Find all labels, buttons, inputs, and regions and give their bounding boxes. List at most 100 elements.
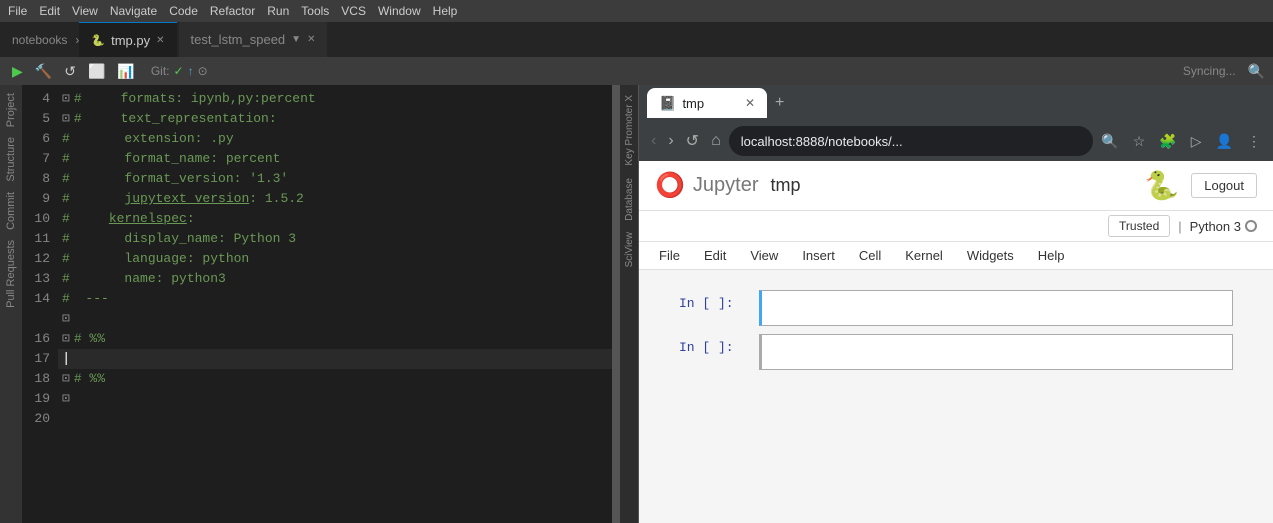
git-label: Git:	[151, 64, 170, 78]
menu-dots-button[interactable]: ⋮	[1243, 129, 1265, 154]
kernel-status-circle	[1245, 220, 1257, 232]
back-button[interactable]: ‹	[647, 128, 660, 154]
editor-scrollbar[interactable]	[612, 85, 620, 523]
jupyter-menu-insert[interactable]: Insert	[798, 246, 839, 265]
coverage-button[interactable]: 📊	[113, 61, 138, 82]
menu-navigate[interactable]: Navigate	[110, 4, 157, 18]
editor-area: 4 5 6 7 8 9 10 11 12 13 14 16 17 18 19 2…	[22, 85, 620, 523]
browser-tab-tmp[interactable]: 📓 tmp ✕	[647, 88, 767, 118]
code-line-14: # ---	[58, 289, 612, 309]
code-line-5: ⊡# text_representation:	[58, 109, 612, 129]
tab2-close-icon[interactable]: ✕	[307, 34, 315, 45]
tab-close-icon[interactable]: ✕	[156, 35, 164, 46]
jupyter-title: Jupyter	[693, 174, 759, 197]
notebooks-link[interactable]: notebooks	[4, 33, 75, 47]
cast-button[interactable]: ▷	[1187, 129, 1206, 154]
cell-2-input[interactable]	[759, 334, 1233, 370]
build-button[interactable]: 🔨	[31, 61, 56, 82]
search-button[interactable]: 🔍	[1248, 63, 1265, 80]
sidebar-item-project[interactable]: Project	[3, 89, 19, 131]
jupyter-logo: ⭕ Jupyter	[655, 171, 758, 200]
tab-tmp-py[interactable]: 🐍 tmp.py ✕	[79, 22, 176, 57]
code-line-11: # display_name: Python 3	[58, 229, 612, 249]
search-in-page-button[interactable]: 🔍	[1097, 129, 1122, 154]
menu-code[interactable]: Code	[169, 4, 198, 18]
cell-1-input[interactable]	[759, 290, 1233, 326]
rerun-button[interactable]: ↺	[60, 61, 80, 82]
cell-2: In [ ]:	[679, 334, 1233, 370]
menu-view[interactable]: View	[72, 4, 98, 18]
tab-label: tmp.py	[111, 33, 150, 48]
stop-button[interactable]: ⬜	[84, 61, 109, 82]
sidebar-item-pull-requests[interactable]: Pull Requests	[3, 236, 19, 312]
bookmark-button[interactable]: ☆	[1129, 129, 1150, 154]
tab-test-lstm-label: test_lstm_speed	[191, 32, 286, 47]
browser-tab-close-icon[interactable]: ✕	[745, 96, 755, 110]
cell-1: In [ ]:	[679, 290, 1233, 326]
notebook-name[interactable]: tmp	[770, 175, 800, 196]
run-button[interactable]: ▶	[8, 61, 27, 82]
kernel-name: Python 3	[1190, 219, 1241, 234]
code-line-13: # name: python3	[58, 269, 612, 289]
menu-bar: File Edit View Navigate Code Refactor Ru…	[0, 0, 1273, 22]
jupyter-menu-cell[interactable]: Cell	[855, 246, 885, 265]
browser-tabs: 📓 tmp ✕ +	[639, 85, 1273, 121]
trusted-button[interactable]: Trusted	[1108, 215, 1170, 237]
code-line-12: # language: python	[58, 249, 612, 269]
extensions-button[interactable]: 🧩	[1155, 129, 1180, 154]
line-numbers: 4 5 6 7 8 9 10 11 12 13 14 16 17 18 19 2…	[22, 85, 58, 523]
menu-window[interactable]: Window	[378, 4, 421, 18]
code-line-6: # extension: .py	[58, 129, 612, 149]
python-file-icon: 🐍	[91, 34, 105, 47]
panel-tab-database[interactable]: Database	[622, 172, 637, 227]
panel-tab-sciview[interactable]: SciView	[622, 226, 637, 273]
jupyter-menu-edit[interactable]: Edit	[700, 246, 730, 265]
git-push-icon: ↑	[188, 64, 194, 78]
panel-tab-key-promoter[interactable]: Key Promoter X	[622, 89, 637, 172]
menu-refactor[interactable]: Refactor	[210, 4, 255, 18]
menu-file[interactable]: File	[8, 4, 27, 18]
url-bar[interactable]	[729, 126, 1094, 156]
dropdown-icon[interactable]: ▼	[291, 34, 301, 45]
code-line-4: ⊡# formats: ipynb,py:percent	[58, 89, 612, 109]
divider: |	[1178, 219, 1181, 234]
new-tab-button[interactable]: +	[769, 94, 790, 112]
jupyter-menu-file[interactable]: File	[655, 246, 684, 265]
menu-help[interactable]: Help	[433, 4, 458, 18]
kernel-info: Python 3	[1190, 219, 1257, 234]
menu-vcs[interactable]: VCS	[341, 4, 366, 18]
reload-button[interactable]: ↺	[682, 127, 703, 155]
menu-edit[interactable]: Edit	[39, 4, 60, 18]
browser-panel: 📓 tmp ✕ + ‹ › ↺ ⌂ 🔍 ☆ 🧩 ▷ 👤	[638, 85, 1273, 523]
sidebar-item-structure[interactable]: Structure	[3, 133, 19, 186]
python-icon: 🐍	[1144, 169, 1179, 202]
cell-1-prompt: In [ ]:	[679, 290, 759, 311]
home-button[interactable]: ⌂	[707, 128, 725, 154]
menu-run[interactable]: Run	[267, 4, 289, 18]
tab-test-lstm[interactable]: test_lstm_speed ▼ ✕	[179, 22, 328, 57]
notebook-cells: In [ ]: In [ ]:	[639, 270, 1273, 398]
code-editor[interactable]: ⊡# formats: ipynb,py:percent ⊡# text_rep…	[58, 85, 612, 523]
nav-icons: 🔍 ☆ 🧩 ▷ 👤 ⋮	[1097, 129, 1265, 154]
jupyter-menu-view[interactable]: View	[746, 246, 782, 265]
browser-nav: ‹ › ↺ ⌂ 🔍 ☆ 🧩 ▷ 👤 ⋮	[639, 121, 1273, 161]
right-panel-tabs: Key Promoter X Database SciView	[620, 85, 638, 523]
git-info: Git: ✓ ↑ ⊙	[151, 64, 208, 78]
menu-tools[interactable]: Tools	[301, 4, 329, 18]
code-line-15: ⊡	[58, 309, 612, 329]
logout-button[interactable]: Logout	[1191, 173, 1257, 198]
sidebar-item-commit[interactable]: Commit	[3, 188, 19, 234]
forward-button[interactable]: ›	[664, 128, 677, 154]
profile-button[interactable]: 👤	[1212, 129, 1237, 154]
git-check-icon: ✓	[174, 64, 184, 78]
jupyter-logo-icon: ⭕	[655, 171, 685, 200]
jupyter-menu-widgets[interactable]: Widgets	[963, 246, 1018, 265]
code-line-10: # kernelspec:	[58, 209, 612, 229]
jupyter-menu-kernel[interactable]: Kernel	[901, 246, 947, 265]
left-sidebar: Project Structure Commit Pull Requests	[0, 85, 22, 523]
code-line-8: # format_version: '1.3'	[58, 169, 612, 189]
code-line-19: ⊡	[58, 389, 612, 409]
jupyter-header-right: 🐍 Logout	[1144, 169, 1257, 202]
jupyter-menu-help[interactable]: Help	[1034, 246, 1069, 265]
code-line-17: |	[58, 349, 612, 369]
